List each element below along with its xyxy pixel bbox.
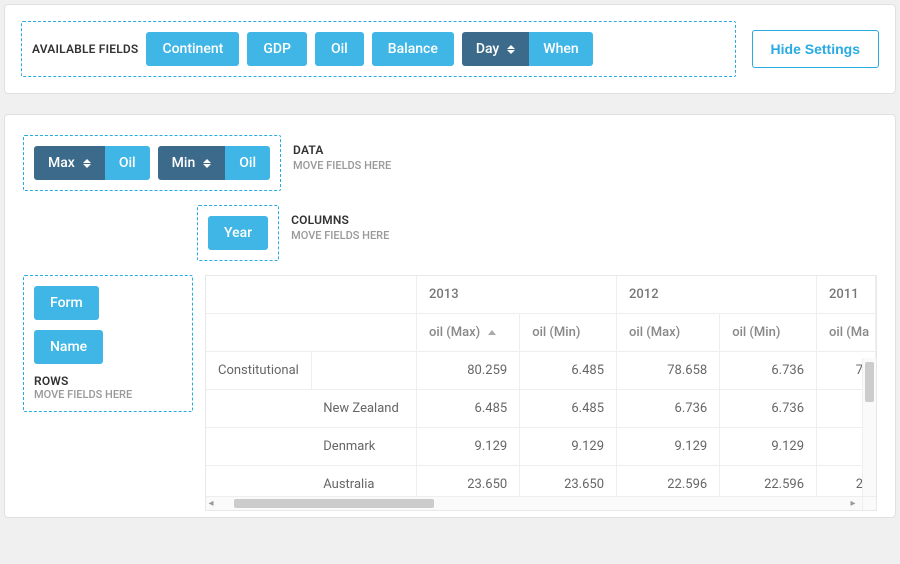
- data-label: DATA: [293, 143, 391, 157]
- row-chip-name[interactable]: Name: [34, 330, 103, 364]
- corner-cell: [206, 276, 417, 314]
- data-hint: MOVE FIELDS HERE: [293, 159, 391, 172]
- field-chip-oil[interactable]: Oil: [315, 32, 364, 66]
- value-cell: 9.129: [417, 428, 520, 466]
- row-chip-form[interactable]: Form: [34, 286, 99, 320]
- value-cell: 6.485: [520, 390, 617, 428]
- col-header-oilmax-2011[interactable]: oil (Ma: [817, 314, 876, 352]
- agg-selector-min[interactable]: Min: [158, 146, 226, 180]
- col-header-oilmax-2013[interactable]: oil (Max): [417, 314, 520, 352]
- year-header-2013[interactable]: 2013: [417, 276, 617, 314]
- pivot-table: 2013 2012 2011 oil (Max) oil (Min) oil (…: [205, 275, 877, 511]
- value-cell: 80.259: [417, 352, 520, 390]
- rows-hint: MOVE FIELDS HERE: [34, 388, 182, 401]
- columns-hint: MOVE FIELDS HERE: [291, 229, 389, 242]
- value-cell: 6.736: [617, 390, 720, 428]
- data-item-max-oil[interactable]: Max Oil: [34, 146, 150, 180]
- data-item-min-oil[interactable]: Min Oil: [158, 146, 270, 180]
- available-fields-label: AVAILABLE FIELDS: [32, 42, 138, 56]
- group-cell: [206, 390, 311, 428]
- columns-label: COLUMNS: [291, 213, 389, 227]
- value-cell: 6.736: [720, 352, 817, 390]
- updown-icon: [507, 45, 515, 54]
- day-selector-label: Day: [476, 41, 499, 57]
- scroll-left-icon[interactable]: ◂: [206, 498, 216, 509]
- field-chip-day-group[interactable]: Day When: [462, 32, 593, 66]
- year-header-2011[interactable]: 2011: [817, 276, 876, 314]
- value-cell: 6.736: [720, 390, 817, 428]
- value-cell: 6.485: [417, 390, 520, 428]
- sort-asc-icon: [488, 330, 496, 335]
- group-cell: [206, 428, 311, 466]
- available-fields-panel: AVAILABLE FIELDS Continent GDP Oil Balan…: [4, 4, 896, 94]
- scroll-right-icon[interactable]: ▸: [848, 498, 858, 509]
- day-selector[interactable]: Day: [462, 32, 529, 66]
- table-row: Denmark 9.129 9.129 9.129 9.129: [206, 428, 876, 466]
- data-dropzone[interactable]: Max Oil Min Oil: [23, 135, 281, 191]
- value-cell: 9.129: [617, 428, 720, 466]
- group-cell: Constitutional: [206, 352, 311, 390]
- value-cell: 78.658: [617, 352, 720, 390]
- col-header-oilmax-2012[interactable]: oil (Max): [617, 314, 720, 352]
- subheader-blank: [206, 314, 417, 352]
- name-cell: [311, 352, 416, 390]
- horizontal-scroll-thumb[interactable]: [234, 499, 434, 508]
- field-chip-continent[interactable]: Continent: [146, 32, 239, 66]
- updown-icon: [83, 159, 91, 168]
- available-fields-dropzone[interactable]: AVAILABLE FIELDS Continent GDP Oil Balan…: [21, 21, 736, 77]
- agg-selector-max[interactable]: Max: [34, 146, 105, 180]
- table-row: New Zealand 6.485 6.485 6.736 6.736: [206, 390, 876, 428]
- hide-settings-button[interactable]: Hide Settings: [752, 30, 879, 68]
- table-row: Constitutional 80.259 6.485 78.658 6.736…: [206, 352, 876, 390]
- value-cell: 6.485: [520, 352, 617, 390]
- rows-dropzone[interactable]: Form Name ROWS MOVE FIELDS HERE: [23, 275, 193, 412]
- agg-label: Max: [48, 155, 75, 171]
- updown-icon: [203, 159, 211, 168]
- name-cell: New Zealand: [311, 390, 416, 428]
- scroll-corner: [862, 496, 876, 510]
- vertical-scrollbar[interactable]: [862, 358, 876, 496]
- agg-label: Min: [172, 155, 196, 171]
- vertical-scroll-thumb[interactable]: [865, 362, 874, 402]
- name-cell: Denmark: [311, 428, 416, 466]
- data-section-label: DATA MOVE FIELDS HERE: [293, 135, 391, 172]
- rows-label: ROWS: [34, 374, 182, 388]
- value-cell: 9.129: [720, 428, 817, 466]
- pivot-config-panel: Max Oil Min Oil DATA MOVE FIELDS HERE: [4, 114, 896, 518]
- horizontal-scrollbar[interactable]: ◂ ▸: [206, 496, 862, 510]
- column-chip-year[interactable]: Year: [208, 216, 268, 250]
- data-field-oil-1[interactable]: Oil: [105, 146, 150, 180]
- data-field-oil-2[interactable]: Oil: [225, 146, 270, 180]
- col-header-oilmin-2012[interactable]: oil (Min): [720, 314, 817, 352]
- col-header-oilmin-2013[interactable]: oil (Min): [520, 314, 617, 352]
- columns-section-label: COLUMNS MOVE FIELDS HERE: [291, 205, 389, 242]
- value-cell: 9.129: [520, 428, 617, 466]
- columns-dropzone[interactable]: Year: [197, 205, 279, 261]
- field-chip-gdp[interactable]: GDP: [247, 32, 307, 66]
- year-header-2012[interactable]: 2012: [617, 276, 817, 314]
- when-chip[interactable]: When: [529, 32, 592, 66]
- field-chip-balance[interactable]: Balance: [372, 32, 454, 66]
